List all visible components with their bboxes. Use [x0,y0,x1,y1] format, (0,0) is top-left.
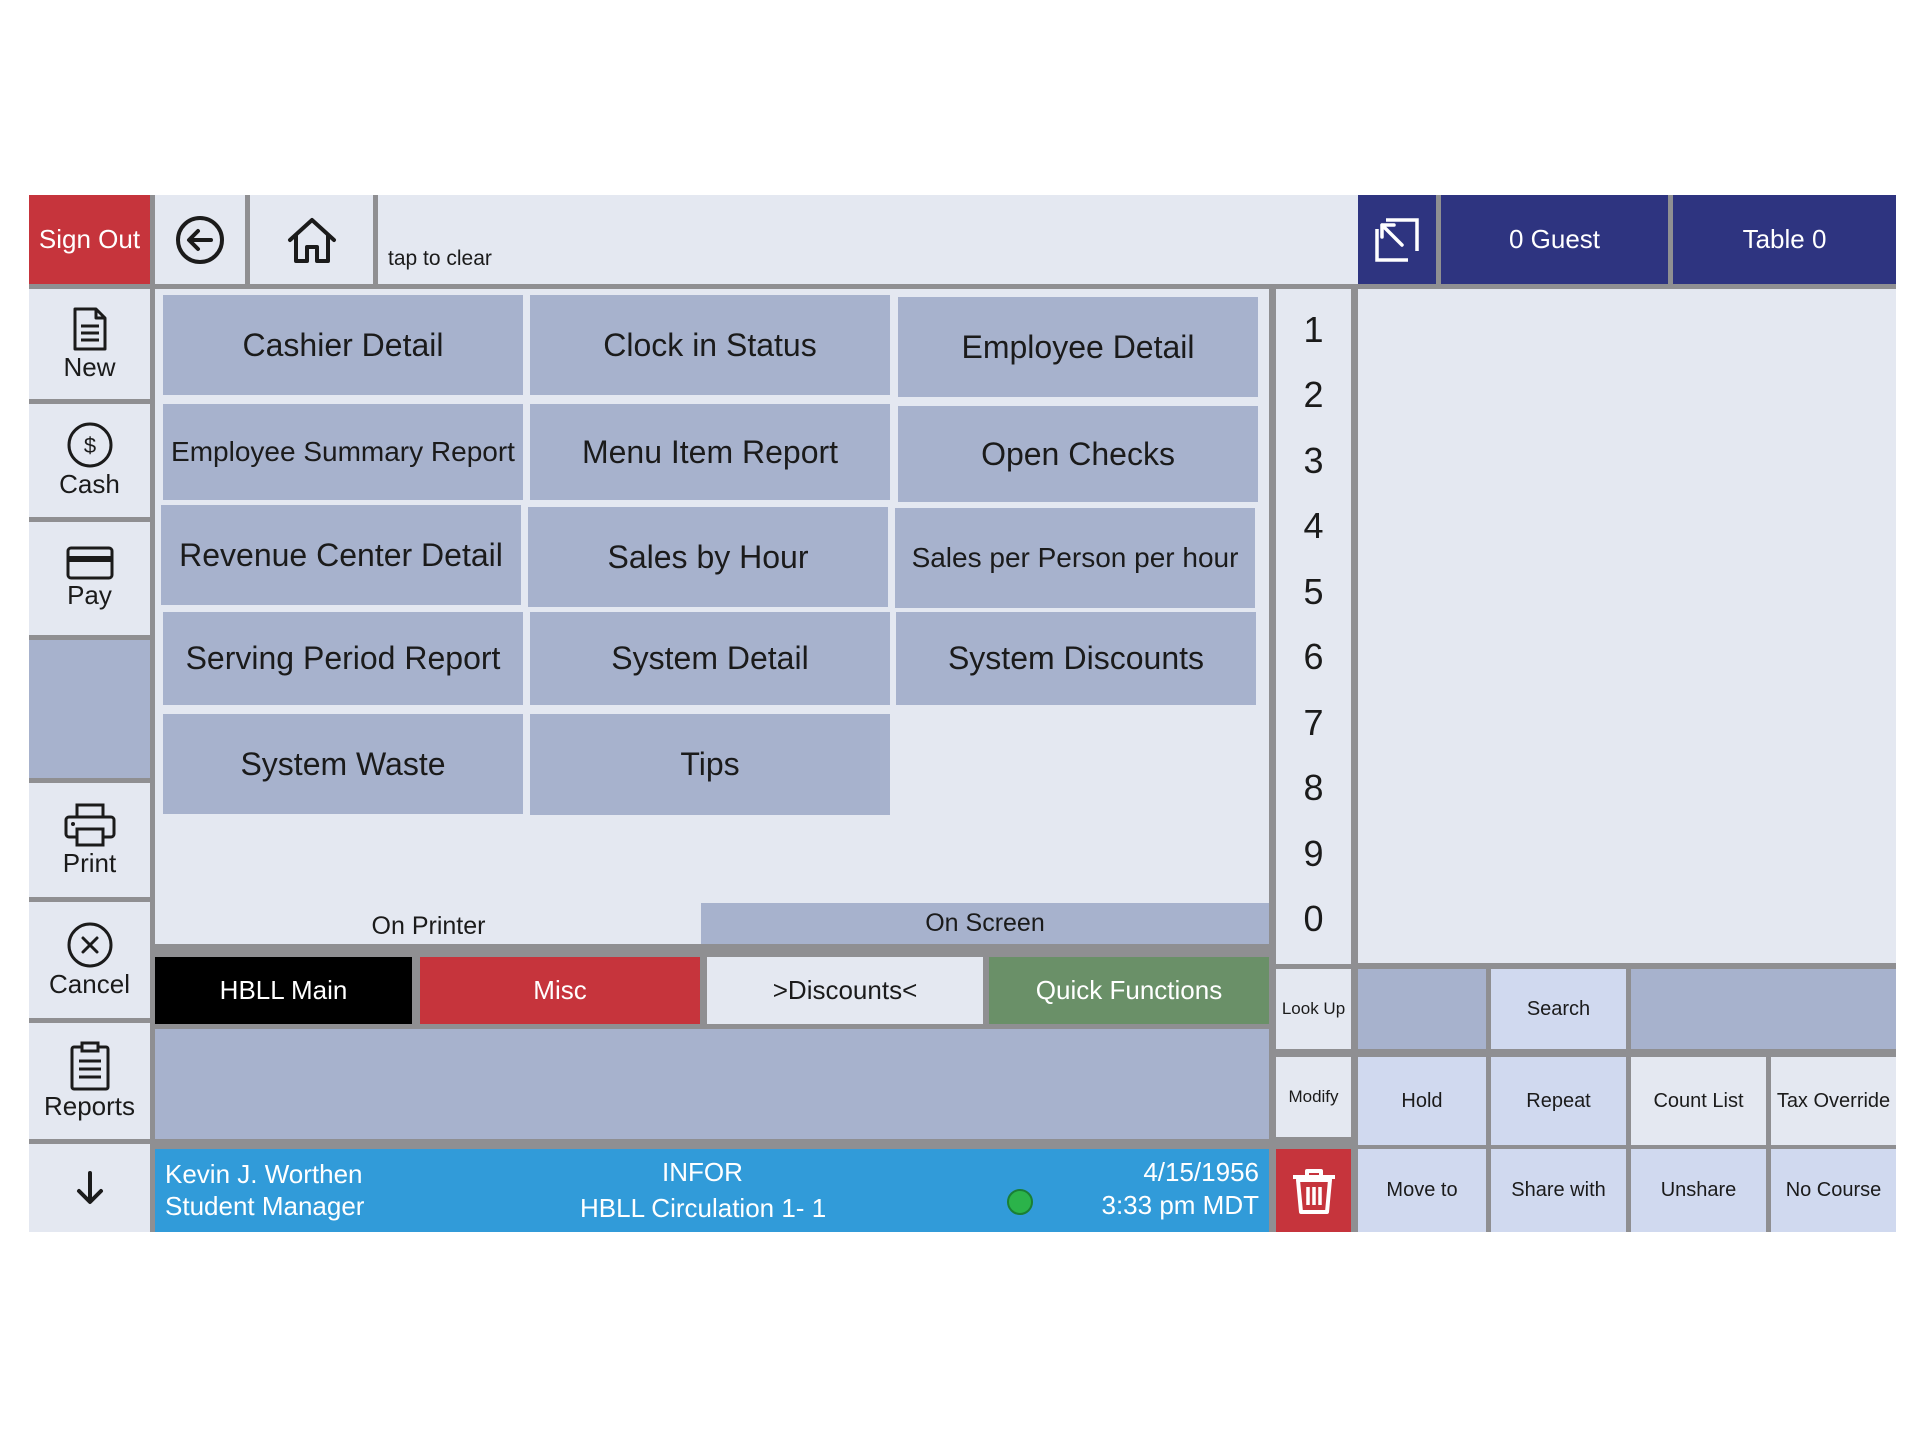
expand-button[interactable] [1358,195,1436,284]
cancel-label: Cancel [49,968,130,999]
numpad-key[interactable]: 4 [1276,495,1351,557]
function-blank-2[interactable] [1631,969,1896,1049]
modify-button[interactable]: Modify [1276,1057,1351,1137]
count-list-button[interactable]: Count List [1631,1057,1766,1145]
reports-button[interactable]: Reports [29,1023,150,1139]
brand-name: INFOR [662,1157,743,1187]
workstation-location: HBLL Circulation 1- 1 [580,1193,827,1223]
home-icon [287,217,336,263]
scroll-down-button[interactable] [29,1144,150,1232]
clipboard-icon [70,1041,109,1090]
table-number-button[interactable]: Table 0 [1673,195,1896,284]
report-button[interactable]: Sales per Person per hour [895,508,1255,608]
report-button[interactable]: Sales by Hour [528,507,888,607]
card-icon [66,546,113,580]
pay-label: Pay [67,580,112,610]
report-button[interactable]: Cashier Detail [163,295,523,395]
tab-hbll-main[interactable]: HBLL Main [155,957,412,1024]
report-button[interactable]: Clock in Status [530,295,890,395]
entry-field[interactable]: tap to clear [378,195,1378,284]
report-button[interactable]: Menu Item Report [530,404,890,500]
report-button[interactable]: System Waste [163,714,523,814]
tax-override-button[interactable]: Tax Override [1771,1057,1896,1145]
numpad-key[interactable]: 2 [1276,364,1351,426]
pay-button[interactable]: Pay [29,522,150,635]
move-to-button[interactable]: Move to [1358,1149,1486,1232]
cancel-button[interactable]: Cancel [29,902,150,1018]
report-button[interactable]: Employee Detail [898,297,1258,397]
printer-icon [64,803,115,846]
numpad-key[interactable]: 5 [1276,561,1351,623]
on-screen-toggle[interactable]: On Screen [701,903,1269,944]
numpad-key[interactable]: 3 [1276,430,1351,492]
numpad-key[interactable]: 6 [1276,626,1351,688]
status-bar: Kevin J. Worthen Student Manager INFOR H… [155,1149,1269,1232]
cash-button[interactable]: $ Cash [29,404,150,517]
report-button[interactable]: System Discounts [896,612,1256,705]
back-arrow-icon [176,215,224,264]
search-button[interactable]: Search [1491,969,1626,1049]
guest-count-button[interactable]: 0 Guest [1441,195,1668,284]
trash-icon [1292,1168,1335,1214]
new-label: New [63,351,116,382]
report-button[interactable]: Open Checks [898,406,1258,502]
status-date: 4/15/1956 [1143,1157,1259,1187]
look-up-button[interactable]: Look Up [1276,969,1351,1049]
status-time: 3:33 pm MDT [1101,1190,1260,1220]
expand-icon [1375,217,1419,262]
print-button[interactable]: Print [29,783,150,897]
new-button[interactable]: New [29,289,150,399]
dollar-icon: $ [67,422,112,468]
unshare-button[interactable]: Unshare [1631,1149,1766,1232]
report-button[interactable]: Employee Summary Report [163,404,523,500]
back-button[interactable] [155,195,245,284]
document-icon [73,307,106,350]
numpad: 1 2 3 4 5 6 7 8 9 0 [1276,289,1351,964]
print-label: Print [62,847,117,878]
function-blank-1[interactable] [1358,969,1486,1049]
svg-text:$: $ [83,433,95,458]
repeat-button[interactable]: Repeat [1491,1057,1626,1145]
report-button[interactable]: Revenue Center Detail [161,505,521,605]
numpad-key[interactable]: 7 [1276,692,1351,754]
connection-indicator [1007,1189,1033,1215]
report-button[interactable]: Serving Period Report [163,612,523,705]
numpad-key[interactable]: 1 [1276,299,1351,361]
numpad-key[interactable]: 8 [1276,757,1351,819]
tab-discounts[interactable]: >Discounts< [707,957,983,1024]
delete-button[interactable] [1276,1149,1351,1232]
sign-out-button[interactable]: Sign Out [29,195,150,284]
employee-role: Student Manager [165,1191,365,1221]
cancel-icon [67,922,112,967]
tab-misc[interactable]: Misc [420,957,700,1024]
no-course-button[interactable]: No Course [1771,1149,1896,1232]
report-button[interactable]: Tips [530,714,890,815]
home-button[interactable] [250,195,373,284]
check-detail-area [1358,289,1896,963]
share-with-button[interactable]: Share with [1491,1149,1626,1232]
pos-app: Sign Out tap to clear 0 Guest Table 0 Ne… [29,195,1896,1232]
tab-quick-functions[interactable]: Quick Functions [989,957,1269,1024]
tab-content-area [155,1029,1269,1139]
on-printer-toggle[interactable]: On Printer [155,908,702,944]
report-panel: Cashier Detail Clock in Status Employee … [155,289,1269,944]
report-button[interactable]: System Detail [530,612,890,705]
entry-hint: tap to clear [388,247,492,270]
down-arrow-icon [76,1171,103,1204]
hold-button[interactable]: Hold [1358,1057,1486,1145]
numpad-key[interactable]: 0 [1276,888,1351,950]
reports-label: Reports [43,1090,136,1121]
sidebar-blank-button[interactable] [29,640,150,778]
numpad-key[interactable]: 9 [1276,823,1351,885]
cash-label: Cash [59,469,120,499]
employee-name: Kevin J. Worthen [165,1159,363,1189]
